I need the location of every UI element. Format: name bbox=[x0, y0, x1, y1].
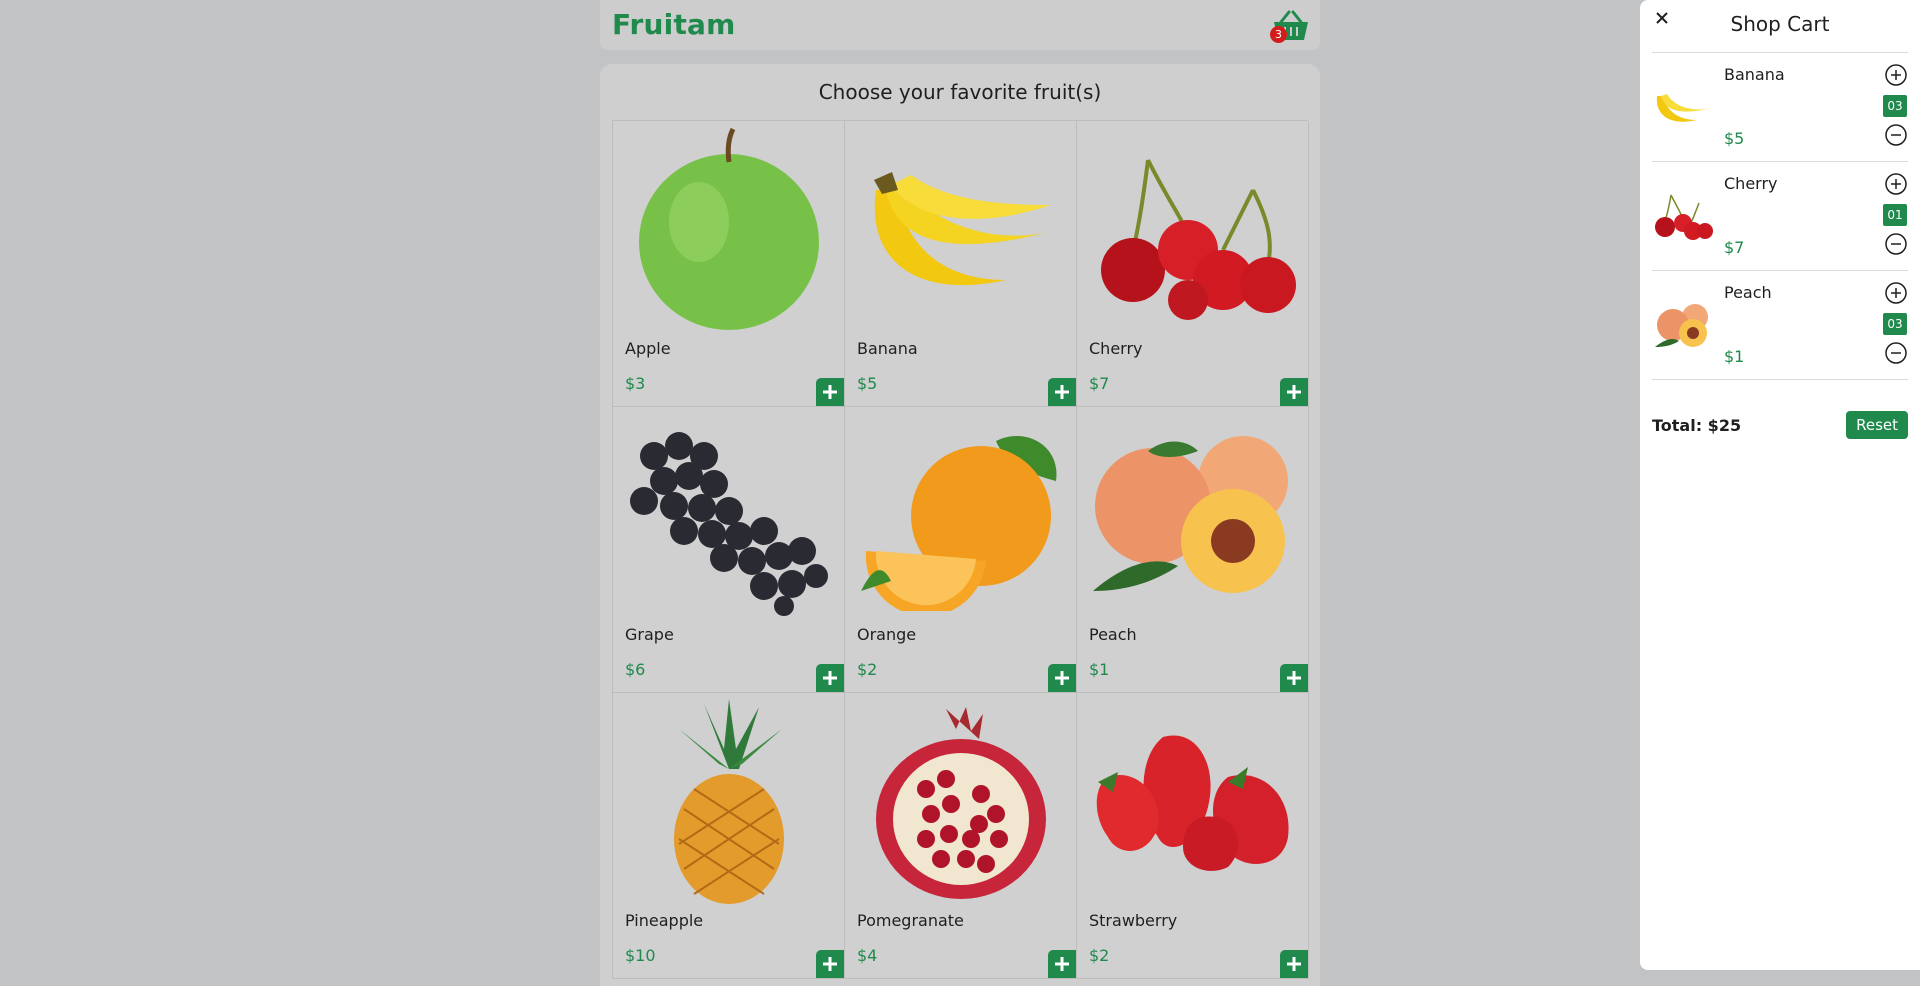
cherry-image bbox=[1077, 127, 1308, 333]
minus-circle-icon bbox=[1885, 342, 1907, 364]
cart-item-name: Cherry bbox=[1724, 174, 1778, 193]
plus-circle-icon bbox=[1885, 173, 1907, 195]
add-to-cart-button[interactable] bbox=[1048, 950, 1076, 978]
cart-total: Total: $25 bbox=[1652, 416, 1742, 435]
product-name: Cherry bbox=[1089, 339, 1143, 358]
cherry-thumbnail bbox=[1652, 190, 1714, 242]
product-panel: Choose your favorite fruit(s) Apple $3 B… bbox=[600, 64, 1320, 986]
product-price: $3 bbox=[625, 374, 646, 393]
plus-icon bbox=[1055, 957, 1069, 971]
reset-button[interactable]: Reset bbox=[1846, 411, 1908, 439]
decrease-qty-button[interactable] bbox=[1884, 232, 1908, 256]
product-name: Pomegranate bbox=[857, 911, 964, 930]
peach-thumbnail bbox=[1652, 299, 1714, 351]
add-to-cart-button[interactable] bbox=[1280, 664, 1308, 692]
product-card-pomegranate: Pomegranate $4 bbox=[845, 693, 1077, 979]
product-card-orange: Orange $2 bbox=[845, 407, 1077, 693]
product-card-grape: Grape $6 bbox=[613, 407, 845, 693]
product-price: $2 bbox=[1089, 946, 1110, 965]
plus-icon bbox=[1287, 957, 1301, 971]
cart-drawer: Shop Cart Banana $5 03 Cherry $7 01 Peac… bbox=[1640, 0, 1920, 970]
cart-item: Peach $1 03 bbox=[1652, 271, 1908, 380]
product-card-strawberry: Strawberry $2 bbox=[1077, 693, 1309, 979]
product-name: Peach bbox=[1089, 625, 1137, 644]
pomegranate-image bbox=[845, 699, 1076, 905]
plus-circle-icon bbox=[1885, 282, 1907, 304]
plus-icon bbox=[1055, 671, 1069, 685]
cart-item-quantity: 03 bbox=[1883, 313, 1907, 335]
product-name: Banana bbox=[857, 339, 918, 358]
add-to-cart-button[interactable] bbox=[1048, 378, 1076, 406]
add-to-cart-button[interactable] bbox=[816, 950, 844, 978]
plus-icon bbox=[1287, 671, 1301, 685]
plus-circle-icon bbox=[1885, 64, 1907, 86]
cart-item: Banana $5 03 bbox=[1652, 53, 1908, 162]
product-card-peach: Peach $1 bbox=[1077, 407, 1309, 693]
add-to-cart-button[interactable] bbox=[1048, 664, 1076, 692]
product-name: Orange bbox=[857, 625, 917, 644]
cart-item-name: Banana bbox=[1724, 65, 1785, 84]
banana-thumbnail bbox=[1652, 81, 1714, 133]
product-grid: Apple $3 Banana $5 Cherry $7 Grape $6 Or… bbox=[612, 120, 1309, 979]
cart-item-price: $1 bbox=[1724, 347, 1745, 366]
page-title: Choose your favorite fruit(s) bbox=[818, 80, 1102, 104]
product-price: $5 bbox=[857, 374, 878, 393]
product-name: Apple bbox=[625, 339, 671, 358]
product-price: $6 bbox=[625, 660, 646, 679]
plus-icon bbox=[1055, 385, 1069, 399]
decrease-qty-button[interactable] bbox=[1884, 123, 1908, 147]
add-to-cart-button[interactable] bbox=[1280, 378, 1308, 406]
cart-count-badge: 3 bbox=[1270, 26, 1287, 43]
cart-button[interactable]: 3 bbox=[1270, 8, 1310, 44]
apple-image bbox=[613, 127, 844, 333]
minus-circle-icon bbox=[1885, 233, 1907, 255]
product-price: $1 bbox=[1089, 660, 1110, 679]
peach-image bbox=[1077, 413, 1308, 619]
add-to-cart-button[interactable] bbox=[1280, 950, 1308, 978]
product-price: $2 bbox=[857, 660, 878, 679]
increase-qty-button[interactable] bbox=[1884, 281, 1908, 305]
cart-title: Shop Cart bbox=[1730, 12, 1830, 36]
orange-image bbox=[845, 413, 1076, 619]
decrease-qty-button[interactable] bbox=[1884, 341, 1908, 365]
minus-circle-icon bbox=[1885, 124, 1907, 146]
cart-item-price: $5 bbox=[1724, 129, 1745, 148]
product-card-cherry: Cherry $7 bbox=[1077, 121, 1309, 407]
product-price: $7 bbox=[1089, 374, 1110, 393]
product-card-banana: Banana $5 bbox=[845, 121, 1077, 407]
cart-item-quantity: 03 bbox=[1883, 95, 1907, 117]
product-card-pineapple: Pineapple $10 bbox=[613, 693, 845, 979]
pineapple-image bbox=[613, 699, 844, 905]
grape-image bbox=[613, 413, 844, 619]
plus-icon bbox=[823, 671, 837, 685]
increase-qty-button[interactable] bbox=[1884, 172, 1908, 196]
plus-icon bbox=[823, 957, 837, 971]
app-header: Fruitam 3 bbox=[600, 0, 1320, 50]
increase-qty-button[interactable] bbox=[1884, 63, 1908, 87]
cart-item: Cherry $7 01 bbox=[1652, 162, 1908, 271]
add-to-cart-button[interactable] bbox=[816, 664, 844, 692]
banana-image bbox=[845, 127, 1076, 333]
product-name: Pineapple bbox=[625, 911, 704, 930]
product-name: Strawberry bbox=[1089, 911, 1178, 930]
strawberry-image bbox=[1077, 699, 1308, 905]
product-name: Grape bbox=[625, 625, 674, 644]
plus-icon bbox=[823, 385, 837, 399]
cart-item-price: $7 bbox=[1724, 238, 1745, 257]
product-price: $4 bbox=[857, 946, 878, 965]
cart-item-name: Peach bbox=[1724, 283, 1772, 302]
plus-icon bbox=[1287, 385, 1301, 399]
add-to-cart-button[interactable] bbox=[816, 378, 844, 406]
brand-logo[interactable]: Fruitam bbox=[612, 8, 736, 41]
cart-item-list: Banana $5 03 Cherry $7 01 Peach $1 03 bbox=[1652, 52, 1908, 380]
product-price: $10 bbox=[625, 946, 656, 965]
product-card-apple: Apple $3 bbox=[613, 121, 845, 407]
cart-item-quantity: 01 bbox=[1883, 204, 1907, 226]
